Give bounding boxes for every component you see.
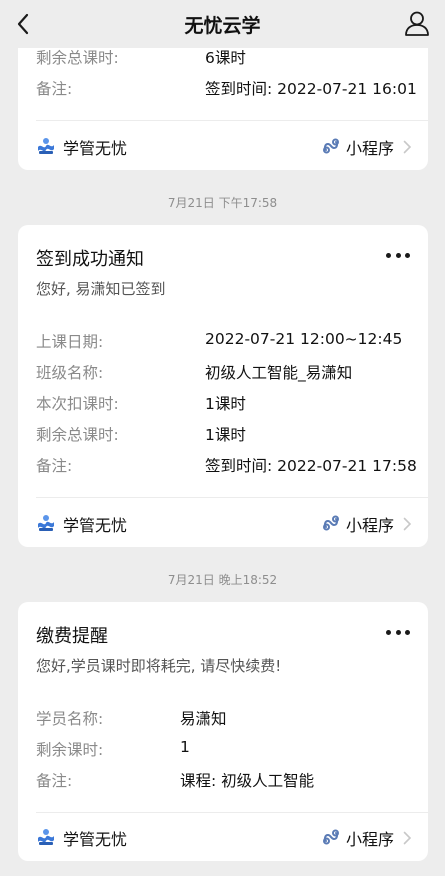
message-card-payment-reminder: 缴费提醒 您好,学员课时即将耗完, 请尽快续费! 学员名称: 易潇知 剩余课时:… xyxy=(18,602,428,861)
card-title: 签到成功通知 xyxy=(36,249,144,270)
card2-row-note: 备注: 签到时间: 2022-07-21 17:58 xyxy=(36,454,417,476)
card2-row-class-name: 班级名称: 初级人工智能_易潇知 xyxy=(36,361,414,383)
card-footer[interactable]: 学管无忧 小程序 xyxy=(18,499,428,547)
row-key: 备注: xyxy=(36,80,73,98)
card1-row-note: 备注: 签到时间: 2022-07-21 16:01 xyxy=(36,77,417,99)
row-value: 1 xyxy=(180,738,190,756)
row-key: 本次扣课时: xyxy=(36,395,119,413)
brand-name: 学管无忧 xyxy=(63,139,128,158)
more-icon[interactable] xyxy=(386,250,410,260)
card3-row-remaining-hours: 剩余课时: 1 xyxy=(36,738,414,760)
user-icon[interactable] xyxy=(403,9,431,37)
row-value: 1课时 xyxy=(205,426,246,444)
mini-program-label: 小程序 xyxy=(345,139,394,158)
mini-program-label: 小程序 xyxy=(345,516,394,535)
message-timestamp: 7月21日 晚上18:52 xyxy=(167,573,278,587)
card3-row-student-name: 学员名称: 易潇知 xyxy=(36,707,414,729)
chevron-right-icon xyxy=(403,516,412,531)
more-icon[interactable] xyxy=(386,627,410,637)
message-card-checkin: 签到成功通知 您好, 易潇知已签到 上课日期: 2022-07-21 12:00… xyxy=(18,225,428,547)
message-timestamp: 7月21日 下午17:58 xyxy=(167,196,278,210)
brand-logo-icon xyxy=(36,137,56,155)
row-value: 签到时间: 2022-07-21 16:01 xyxy=(205,80,417,98)
row-key: 学员名称: xyxy=(36,710,104,728)
page-title: 无忧云学 xyxy=(184,15,261,37)
chevron-right-icon xyxy=(403,139,412,154)
nav-bar: 无忧云学 xyxy=(0,0,445,48)
card-subtitle: 您好, 易潇知已签到 xyxy=(36,280,166,298)
row-value: 2022-07-21 12:00~12:45 xyxy=(205,330,403,348)
card-divider xyxy=(36,497,428,498)
card-footer[interactable]: 学管无忧 小程序 xyxy=(18,122,428,170)
brand-logo-icon xyxy=(36,828,56,846)
row-value: 1课时 xyxy=(205,395,246,413)
row-key: 剩余总课时: xyxy=(36,426,119,444)
row-value: 初级人工智能_易潇知 xyxy=(205,364,353,382)
card-subtitle: 您好,学员课时即将耗完, 请尽快续费! xyxy=(36,657,282,675)
card1-row-remaining-hours: 剩余总课时: 6课时 xyxy=(36,46,414,68)
card2-row-class-date: 上课日期: 2022-07-21 12:00~12:45 xyxy=(36,330,414,352)
card-footer[interactable]: 学管无忧 小程序 xyxy=(18,813,428,861)
card3-row-note: 备注: 课程: 初级人工智能 xyxy=(36,769,414,791)
card-title: 缴费提醒 xyxy=(36,626,108,647)
row-key: 备注: xyxy=(36,457,73,475)
row-key: 备注: xyxy=(36,772,73,790)
brand-name: 学管无忧 xyxy=(63,516,128,535)
row-key: 剩余课时: xyxy=(36,741,104,759)
row-value: 课程: 初级人工智能 xyxy=(180,772,315,790)
mini-program-label: 小程序 xyxy=(345,830,394,849)
row-value: 签到时间: 2022-07-21 17:58 xyxy=(205,457,417,475)
mini-program-icon xyxy=(322,828,340,846)
card-divider xyxy=(36,120,428,121)
card2-row-remaining-hours: 剩余总课时: 1课时 xyxy=(36,423,414,445)
card2-row-deducted-hours: 本次扣课时: 1课时 xyxy=(36,392,414,414)
row-key: 上课日期: xyxy=(36,333,104,351)
row-value: 6课时 xyxy=(205,49,246,67)
brand-logo-icon xyxy=(36,514,56,532)
row-key: 剩余总课时: xyxy=(36,49,119,67)
chevron-right-icon xyxy=(403,830,412,845)
mini-program-icon xyxy=(322,514,340,532)
brand-name: 学管无忧 xyxy=(63,830,128,849)
row-value: 易潇知 xyxy=(180,710,227,728)
mini-program-icon xyxy=(322,137,340,155)
row-key: 班级名称: xyxy=(36,364,104,382)
